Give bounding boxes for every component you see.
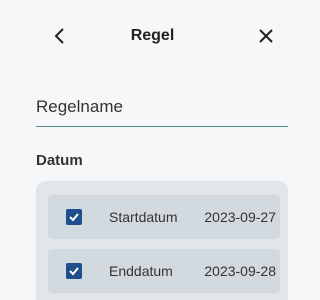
close-icon <box>259 29 273 43</box>
start-date-checkbox[interactable] <box>66 209 82 225</box>
end-date-value[interactable]: 2023-09-28 <box>204 263 276 279</box>
start-date-label: Startdatum <box>109 209 178 225</box>
end-date-checkbox[interactable] <box>66 263 82 279</box>
start-date-value[interactable]: 2023-09-27 <box>204 209 276 225</box>
date-row-start: Startdatum 2023-09-27 <box>48 195 280 239</box>
top-bar: Regel <box>0 0 305 72</box>
date-panel: Startdatum 2023-09-27 Enddatum 2023-09-2… <box>36 181 288 300</box>
date-row-end: Enddatum 2023-09-28 <box>48 249 280 293</box>
date-section-label: Datum <box>36 152 83 169</box>
end-date-label: Enddatum <box>109 263 173 279</box>
close-button[interactable] <box>254 24 278 48</box>
checkmark-icon <box>69 267 79 276</box>
rule-name-input[interactable] <box>36 88 288 122</box>
rule-dialog: Regel Datum Startdatum 2023-09-27 <box>0 0 305 300</box>
rule-name-field <box>36 88 288 127</box>
checkmark-icon <box>69 213 79 222</box>
